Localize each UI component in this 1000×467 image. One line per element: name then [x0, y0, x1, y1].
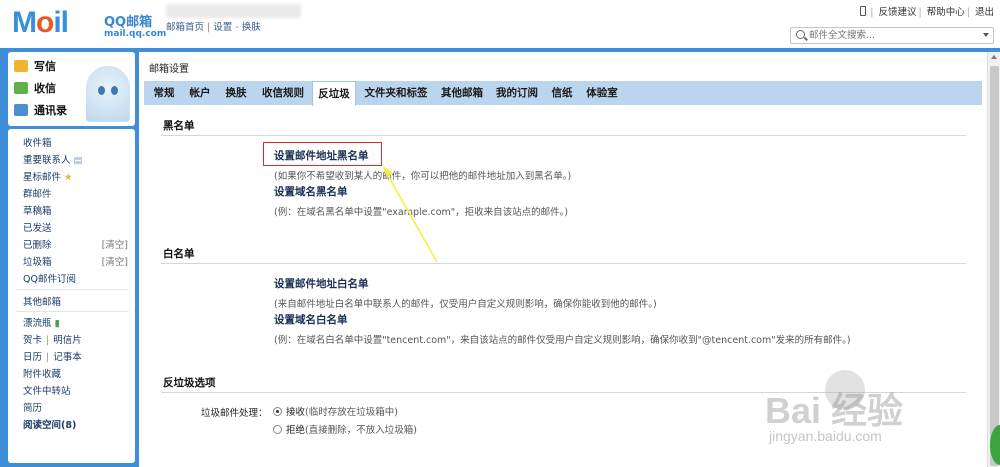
divider — [161, 263, 966, 264]
blacklist-domain-desc: (例：在域名黑名单中设置"example.com"，拒收来自该站点的邮件。) — [274, 207, 569, 218]
tab-general[interactable]: 常规 — [148, 81, 180, 105]
clear-spam-button[interactable]: [清空] — [102, 254, 128, 268]
qq-penguin-icon — [86, 66, 130, 122]
app-cards: 贺卡 | 明信片 — [23, 335, 82, 346]
tab-skin[interactable]: 换肤 — [220, 81, 252, 105]
search-input[interactable] — [809, 29, 979, 42]
compose-button[interactable]: 写信 — [14, 58, 56, 76]
folder-group-mail[interactable]: 群邮件 — [23, 186, 52, 200]
phone-icon[interactable] — [860, 6, 867, 16]
folder-starred[interactable]: 星标邮件 ★ — [23, 169, 73, 183]
app-resume[interactable]: 简历 — [23, 400, 42, 414]
radio-reject[interactable]: 拒绝(直接删除，不放入垃圾箱) — [273, 422, 417, 436]
folder-sent[interactable]: 已发送 — [23, 220, 52, 234]
tab-mail-rules[interactable]: 收信规则 — [256, 81, 310, 105]
radio-accept[interactable]: 接收(临时存放在垃圾箱中) — [273, 404, 398, 418]
tab-stationery[interactable]: 信纸 — [546, 81, 578, 105]
whitelist-address-desc: (来自邮件地址白名单中联系人的邮件，仅受用户自定义规则影响，确保你能收到他的邮件… — [274, 299, 657, 310]
search-box[interactable] — [790, 27, 994, 44]
app-reading-space[interactable]: 阅读空间(8) — [23, 417, 76, 431]
whitelist-domain-desc: (例：在域名白名单中设置"tencent.com"，来自该站点的邮件仅受用户自定… — [274, 335, 851, 346]
top-links: | 反馈建议 | 帮助中心 | 退出 — [860, 4, 994, 18]
app-greeting-card[interactable]: 贺卡 — [23, 335, 42, 346]
watermark-text: Bai 经验 — [765, 390, 904, 431]
folder-spam[interactable]: 垃圾箱 — [23, 254, 52, 268]
account-name-blurred — [166, 4, 301, 18]
receive-button[interactable]: 收信 — [14, 80, 56, 98]
blacklist-address-desc: (如果你不希望收到某人的邮件，你可以把他的邮件地址加入到黑名单。) — [274, 171, 572, 182]
tab-labs[interactable]: 体验室 — [580, 81, 624, 105]
whitelist-domain-link[interactable]: 设置域名白名单 — [274, 312, 348, 327]
folder-sidebar: 收件箱 重要联系人 ▤ 星标邮件 ★ 群邮件 草稿箱 已发送 已删除 [清空] … — [8, 129, 135, 463]
link-feedback[interactable]: 反馈建议 — [878, 7, 916, 18]
watermark-url: jingyan.baidu.com — [769, 428, 882, 444]
highlight-box — [263, 142, 382, 166]
folder-qq-subscriptions[interactable]: QQ邮件订阅 — [23, 271, 76, 285]
antispam-options-heading: 反垃圾选项 — [163, 377, 216, 389]
whitelist-address-link[interactable]: 设置邮件地址白名单 — [274, 276, 369, 291]
divider — [16, 289, 129, 290]
folder-important-contacts[interactable]: 重要联系人 ▤ — [23, 152, 83, 166]
bottle-icon: ▮ — [54, 318, 60, 329]
settings-tabs: 常规 帐户 换肤 收信规则 反垃圾 文件夹和标签 其他邮箱 我的订阅 信纸 体验… — [144, 81, 982, 106]
link-settings[interactable]: 设置 — [213, 22, 232, 33]
folder-other-mailboxes[interactable]: 其他邮箱 — [23, 294, 61, 308]
clear-deleted-button[interactable]: [清空] — [102, 237, 128, 251]
link-logout[interactable]: 退出 — [975, 7, 994, 18]
tab-accounts[interactable]: 帐户 — [184, 81, 216, 105]
blacklist-domain-link[interactable]: 设置域名黑名单 — [274, 184, 348, 199]
folder-drafts[interactable]: 草稿箱 — [23, 203, 52, 217]
contact-card-icon: ▤ — [73, 155, 83, 166]
chevron-down-icon[interactable] — [983, 33, 989, 37]
divider — [161, 135, 966, 136]
blacklist-heading: 黑名单 — [163, 120, 195, 132]
radio-selected-icon[interactable] — [273, 407, 282, 416]
link-skin[interactable]: 换肤 — [242, 22, 261, 33]
left-quick-actions: 写信 收信 通讯录 — [8, 52, 135, 126]
baidu-jingyan-watermark: Bai 经验 jingyan.baidu.com — [765, 370, 995, 466]
divider — [16, 311, 129, 312]
app-calendar-notes: 日历 | 记事本 — [23, 352, 82, 363]
tab-my-subscriptions[interactable]: 我的订阅 — [490, 81, 544, 105]
app-calendar[interactable]: 日历 — [23, 352, 42, 363]
folder-deleted[interactable]: 已删除 — [23, 237, 52, 251]
app-notes[interactable]: 记事本 — [53, 352, 82, 363]
logo-cn-name: QQ邮箱 — [104, 15, 153, 30]
account-links: 邮箱首页 | 设置 - 换肤 — [166, 22, 261, 33]
logo-wordmark: Moil — [12, 6, 69, 39]
app-postcard[interactable]: 明信片 — [53, 335, 82, 346]
whitelist-heading: 白名单 — [163, 248, 195, 260]
tab-folders-labels[interactable]: 文件夹和标签 — [358, 81, 434, 105]
search-icon — [796, 30, 805, 39]
app-drift-bottle[interactable]: 漂流瓶 ▮ — [23, 315, 60, 329]
star-icon: ★ — [64, 172, 73, 183]
qq-mail-logo[interactable]: Moil QQ邮箱 mail.qq.com — [12, 6, 166, 42]
pencil-icon — [14, 60, 28, 72]
logo-domain: mail.qq.com — [104, 29, 167, 39]
tab-other-mailboxes[interactable]: 其他邮箱 — [436, 81, 488, 105]
radio-unselected-icon[interactable] — [273, 425, 282, 434]
inbox-download-icon — [14, 82, 28, 94]
contacts-icon — [14, 104, 28, 116]
link-help[interactable]: 帮助中心 — [927, 7, 965, 18]
app-attachments[interactable]: 附件收藏 — [23, 366, 61, 380]
folder-inbox[interactable]: 收件箱 — [23, 135, 52, 149]
contacts-button[interactable]: 通讯录 — [14, 102, 67, 120]
tab-antispam[interactable]: 反垃圾 — [312, 81, 356, 106]
scroll-up-icon[interactable] — [991, 55, 997, 59]
app-file-transfer[interactable]: 文件中转站 — [23, 383, 71, 397]
page-title: 邮箱设置 — [149, 64, 189, 75]
spam-handling-label: 垃圾邮件处理： — [201, 408, 268, 419]
link-mailbox-home[interactable]: 邮箱首页 — [166, 22, 204, 33]
top-header: Moil QQ邮箱 mail.qq.com 邮箱首页 | 设置 - 换肤 | 反… — [0, 0, 1000, 48]
